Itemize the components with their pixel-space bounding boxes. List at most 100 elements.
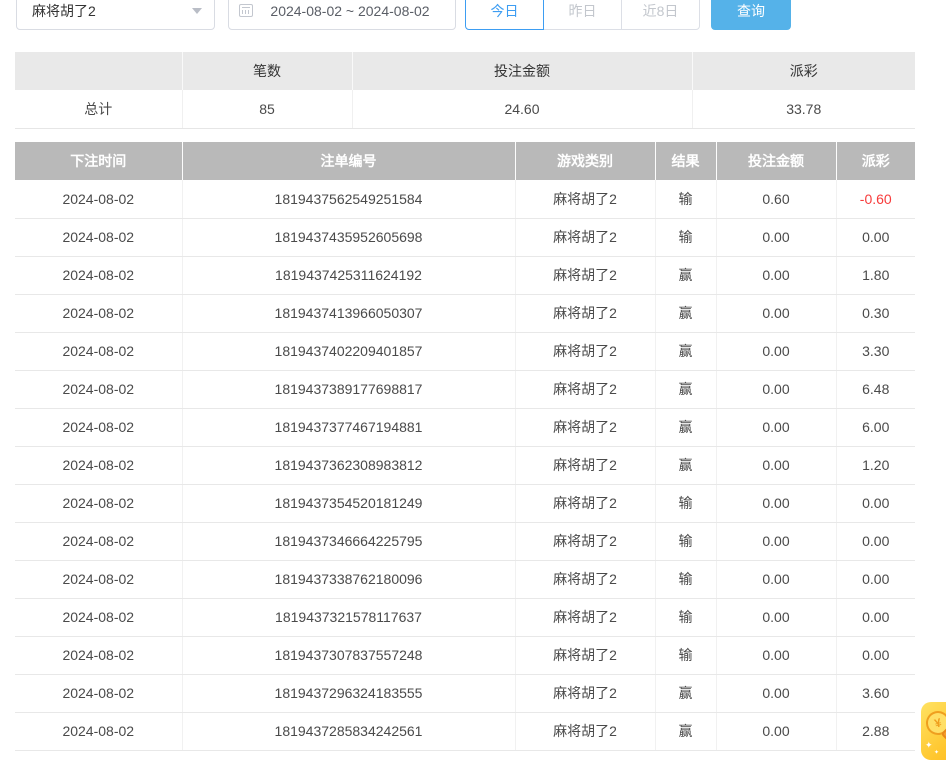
game-type-cell: 麻将胡了2 [515,484,655,522]
game-type-cell: 麻将胡了2 [515,560,655,598]
summary-header-count: 笔数 [182,52,352,90]
order-id-cell: 1819437321578117637 [182,598,515,636]
bet-time-cell: 2024-08-02 [15,218,182,256]
table-row: 2024-08-021819437321578117637麻将胡了2输0.000… [15,598,915,636]
summary-header-bet-amount: 投注金额 [352,52,692,90]
result-cell: 输 [655,560,716,598]
result-cell: 赢 [655,446,716,484]
game-type-cell: 麻将胡了2 [515,598,655,636]
bet-time-cell: 2024-08-02 [15,180,182,218]
summary-total-label: 总计 [15,90,182,128]
bet-amount-cell: 0.00 [716,522,836,560]
bet-time-cell: 2024-08-02 [15,636,182,674]
summary-header-row: 笔数 投注金额 派彩 [15,52,915,90]
search-button[interactable]: 查询 [711,0,791,30]
sparkle-icon: ✦ [925,740,933,751]
result-cell: 输 [655,598,716,636]
bet-amount-cell: 0.60 [716,180,836,218]
date-range-value: 2024-08-02 ~ 2024-08-02 [253,3,447,19]
bet-time-cell: 2024-08-02 [15,256,182,294]
payout-cell: 0.00 [836,522,915,560]
result-cell: 赢 [655,370,716,408]
game-type-cell: 麻将胡了2 [515,332,655,370]
result-cell: 赢 [655,256,716,294]
today-button[interactable]: 今日 [465,0,544,30]
game-select-value: 麻将胡了2 [32,1,96,21]
game-type-cell: 麻将胡了2 [515,180,655,218]
order-id-cell: 1819437354520181249 [182,484,515,522]
bet-time-cell: 2024-08-02 [15,294,182,332]
game-select[interactable]: 麻将胡了2 [16,0,215,30]
summary-total-bet-amount: 24.60 [352,90,692,128]
order-id-cell: 1819437338762180096 [182,560,515,598]
summary-table: 笔数 投注金额 派彩 总计 85 24.60 33.78 [15,52,915,129]
bet-amount-cell: 0.00 [716,560,836,598]
game-type-cell: 麻将胡了2 [515,370,655,408]
payout-cell: -0.60 [836,180,915,218]
table-row: 2024-08-021819437389177698817麻将胡了2赢0.006… [15,370,915,408]
payout-cell: 0.00 [836,636,915,674]
table-row: 2024-08-021819437562549251584麻将胡了2输0.60-… [15,180,915,218]
order-id-cell: 1819437562549251584 [182,180,515,218]
payout-cell: 2.88 [836,712,915,750]
quick-date-buttons: 今日 昨日 近8日 [465,0,700,30]
table-row: 2024-08-021819437413966050307麻将胡了2赢0.000… [15,294,915,332]
col-header-bet-amount: 投注金额 [716,142,836,180]
bet-time-cell: 2024-08-02 [15,712,182,750]
game-type-cell: 麻将胡了2 [515,712,655,750]
result-cell: 输 [655,218,716,256]
bet-time-cell: 2024-08-02 [15,560,182,598]
payout-cell: 1.80 [836,256,915,294]
order-id-cell: 1819437377467194881 [182,408,515,446]
summary-header-payout: 派彩 [692,52,915,90]
col-header-bet-time: 下注时间 [15,142,182,180]
order-id-cell: 1819437402209401857 [182,332,515,370]
last-8-days-button[interactable]: 近8日 [621,0,700,30]
calendar-icon [239,4,253,17]
result-cell: 输 [655,180,716,218]
payout-cell: 6.48 [836,370,915,408]
bet-time-cell: 2024-08-02 [15,408,182,446]
order-id-cell: 1819437389177698817 [182,370,515,408]
table-row: 2024-08-021819437285834242561麻将胡了2赢0.002… [15,712,915,750]
table-row: 2024-08-021819437435952605698麻将胡了2输0.000… [15,218,915,256]
result-cell: 输 [655,484,716,522]
summary-total-row: 总计 85 24.60 33.78 [15,90,915,128]
result-cell: 赢 [655,332,716,370]
bet-amount-cell: 0.00 [716,446,836,484]
yesterday-button[interactable]: 昨日 [543,0,622,30]
table-row: 2024-08-021819437346664225795麻将胡了2输0.000… [15,522,915,560]
game-type-cell: 麻将胡了2 [515,294,655,332]
summary-total-count: 85 [182,90,352,128]
bet-time-cell: 2024-08-02 [15,522,182,560]
col-header-result: 结果 [655,142,716,180]
bet-amount-cell: 0.00 [716,294,836,332]
bet-time-cell: 2024-08-02 [15,598,182,636]
result-cell: 输 [655,636,716,674]
promo-float-widget[interactable]: ¥ ✦ ✦ [921,702,946,760]
game-type-cell: 麻将胡了2 [515,446,655,484]
result-cell: 赢 [655,712,716,750]
bet-time-cell: 2024-08-02 [15,674,182,712]
game-type-cell: 麻将胡了2 [515,636,655,674]
game-type-cell: 麻将胡了2 [515,218,655,256]
bet-amount-cell: 0.00 [716,370,836,408]
bet-amount-cell: 0.00 [716,408,836,446]
table-row: 2024-08-021819437362308983812麻将胡了2赢0.001… [15,446,915,484]
bet-time-cell: 2024-08-02 [15,370,182,408]
col-header-game-type: 游戏类别 [515,142,655,180]
bet-amount-cell: 0.00 [716,218,836,256]
order-id-cell: 1819437425311624192 [182,256,515,294]
payout-cell: 3.60 [836,674,915,712]
result-cell: 输 [655,522,716,560]
records-table: 下注时间 注单编号 游戏类别 结果 投注金额 派彩 2024-08-021819… [15,142,915,751]
order-id-cell: 1819437435952605698 [182,218,515,256]
payout-cell: 0.00 [836,218,915,256]
chevron-down-icon [192,8,202,14]
table-row: 2024-08-021819437307837557248麻将胡了2输0.000… [15,636,915,674]
bet-time-cell: 2024-08-02 [15,446,182,484]
date-range-input[interactable]: 2024-08-02 ~ 2024-08-02 [228,0,456,30]
payout-cell: 0.00 [836,560,915,598]
table-row: 2024-08-021819437338762180096麻将胡了2输0.000… [15,560,915,598]
game-type-cell: 麻将胡了2 [515,522,655,560]
